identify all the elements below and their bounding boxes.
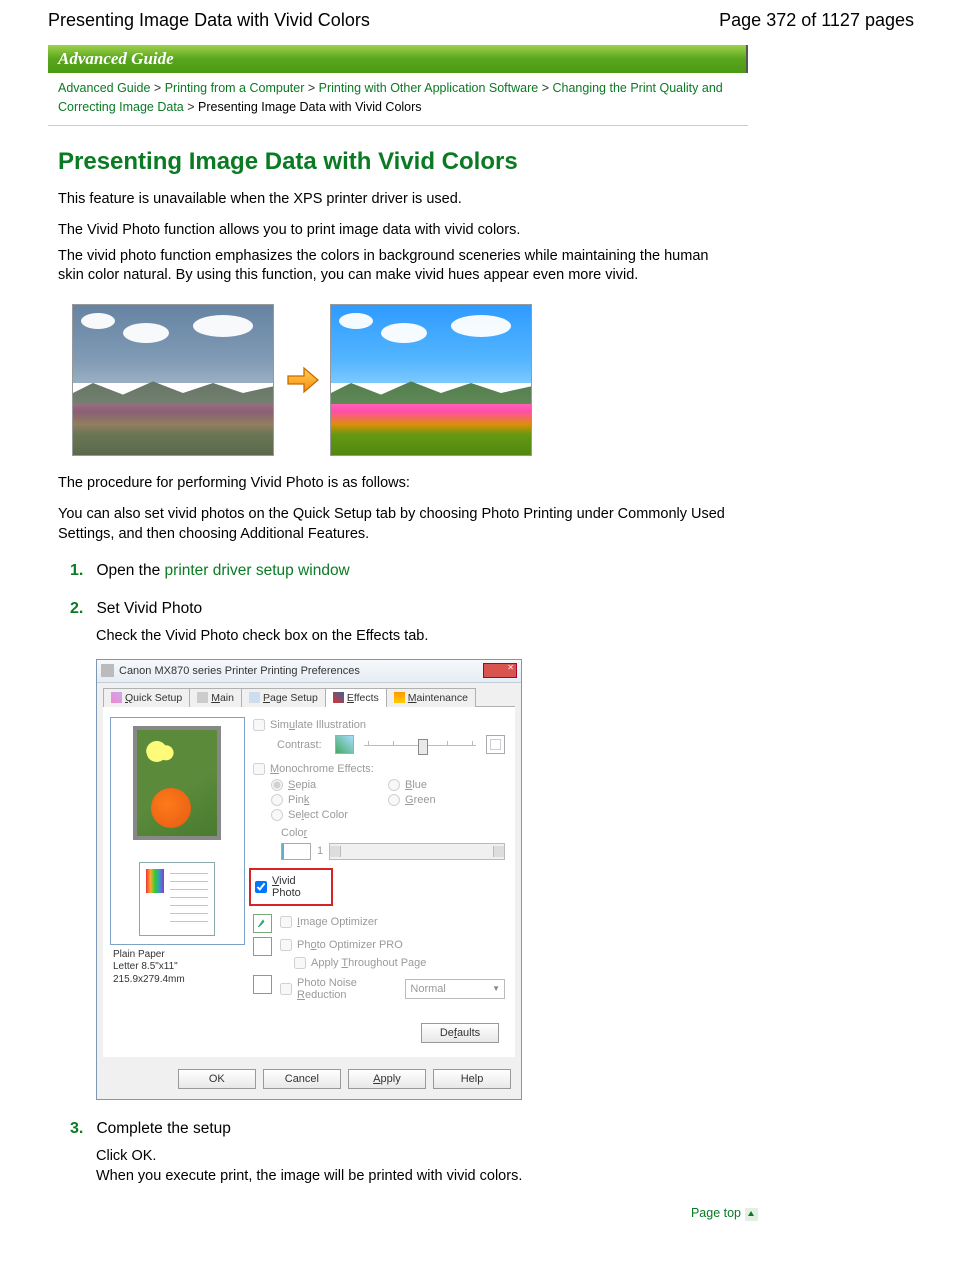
contrast-low-icon [335,735,354,754]
page-top-link[interactable]: Page top [691,1206,741,1220]
bc-advanced-guide[interactable]: Advanced Guide [58,81,150,95]
page-title: Presenting Image Data with Vivid Colors [58,148,738,176]
color-slider[interactable] [329,843,505,860]
media-size: Letter 8.5"x11" 215.9x279.4mm [113,961,241,986]
arrow-icon [284,362,320,398]
tab-page-setup[interactable]: Page Setup [241,688,326,707]
chk-simulate-illustration[interactable]: Simulate Illustration [253,719,505,731]
chevron-down-icon: ▼ [492,984,500,993]
page-setup-icon [249,692,260,703]
preview-small [139,862,215,936]
ok-button[interactable]: OK [178,1069,256,1089]
printer-icon [101,664,114,677]
dialog-title: Canon MX870 series Printer Printing Pref… [119,665,360,677]
bc-printing-from-computer[interactable]: Printing from a Computer [165,81,305,95]
contrast-high-icon [486,735,505,754]
step-1-num: 1. [70,562,92,580]
page-indicator: Page 372 of 1127 pages [719,10,914,31]
preview-large [133,726,221,840]
step-3-l2: When you execute print, the image will b… [96,1166,738,1186]
tab-quick-setup[interactable]: Quick Setup [103,688,190,707]
banner-advanced-guide: Advanced Guide [48,45,748,73]
dialog-printing-preferences: Canon MX870 series Printer Printing Pref… [96,659,522,1100]
tab-maintenance[interactable]: Maintenance [386,688,476,707]
select-noise-level[interactable]: Normal▼ [405,979,505,999]
bc-current: Presenting Image Data with Vivid Colors [198,100,422,114]
step-2-body: Check the Vivid Photo check box on the E… [96,626,738,646]
media-info: Plain Paper Letter 8.5"x11" 215.9x279.4m… [113,949,241,987]
chk-noise-reduction[interactable]: Photo Noise Reduction [280,977,403,1001]
main-icon [197,692,208,703]
tab-effects[interactable]: Effects [325,688,387,707]
intro-p1: This feature is unavailable when the XPS… [58,190,738,210]
doc-title: Presenting Image Data with Vivid Colors [48,10,370,31]
effects-icon [333,692,344,703]
apply-button[interactable]: Apply [348,1069,426,1089]
quick-setup-icon [111,692,122,703]
color-label: Color [281,827,307,839]
radio-sepia[interactable]: Sepia [271,779,388,791]
photo-after [330,304,532,456]
contrast-slider[interactable] [362,735,478,755]
intro-p3: The vivid photo function emphasizes the … [58,247,738,286]
radio-green[interactable]: Green [388,794,505,806]
highlight-vivid-photo: Vivid Photo [249,868,333,906]
chk-apply-throughout[interactable]: Apply Throughout Page [294,957,505,969]
media-type: Plain Paper [113,949,241,962]
breadcrumb: Advanced Guide > Printing from a Compute… [48,73,748,126]
bc-printing-other-app[interactable]: Printing with Other Application Software [319,81,539,95]
tabs: Quick Setup Main Page Setup Effects Main… [97,683,521,706]
maintenance-icon [394,692,405,703]
step-1: 1. Open the printer driver setup window [70,562,738,580]
photo-optimizer-pro-icon [253,937,272,956]
step-2: 2. Set Vivid Photo Check the Vivid Photo… [70,600,738,1099]
color-swatch [281,843,311,860]
step-3-num: 3. [70,1120,92,1138]
chk-photo-optimizer-pro[interactable]: Photo Optimizer PRO [280,939,505,951]
row-contrast: Contrast: [277,735,505,755]
image-optimizer-icon [253,914,272,933]
step-3: 3. Complete the setup Click OK. When you… [70,1120,738,1187]
procedure-intro: The procedure for performing Vivid Photo… [58,474,738,494]
step-2-num: 2. [70,600,92,618]
radio-select-color[interactable]: Select Color [271,809,505,821]
color-value: 1 [317,845,323,857]
radio-blue[interactable]: Blue [388,779,505,791]
tab-main[interactable]: Main [189,688,242,707]
photo-before [72,304,274,456]
noise-reduction-icon [253,975,272,994]
arrow-up-icon [745,1208,758,1221]
link-printer-driver-window[interactable]: printer driver setup window [165,562,350,579]
intro-p2: The Vivid Photo function allows you to p… [58,221,738,241]
step-3-l1: Click OK. [96,1146,738,1166]
step-2-title: Set Vivid Photo [96,600,202,617]
chk-image-optimizer[interactable]: Image Optimizer [280,916,505,928]
cancel-button[interactable]: Cancel [263,1069,341,1089]
defaults-button[interactable]: Defaults [421,1023,499,1043]
chk-vivid-photo[interactable]: Vivid Photo [255,875,327,899]
quick-setup-note: You can also set vivid photos on the Qui… [58,505,738,544]
help-button[interactable]: Help [433,1069,511,1089]
radio-pink[interactable]: Pink [271,794,388,806]
step-3-title: Complete the setup [96,1120,230,1137]
close-button[interactable] [483,663,517,678]
chk-monochrome[interactable]: Monochrome Effects: [253,763,505,775]
before-after-illustration [72,304,738,456]
